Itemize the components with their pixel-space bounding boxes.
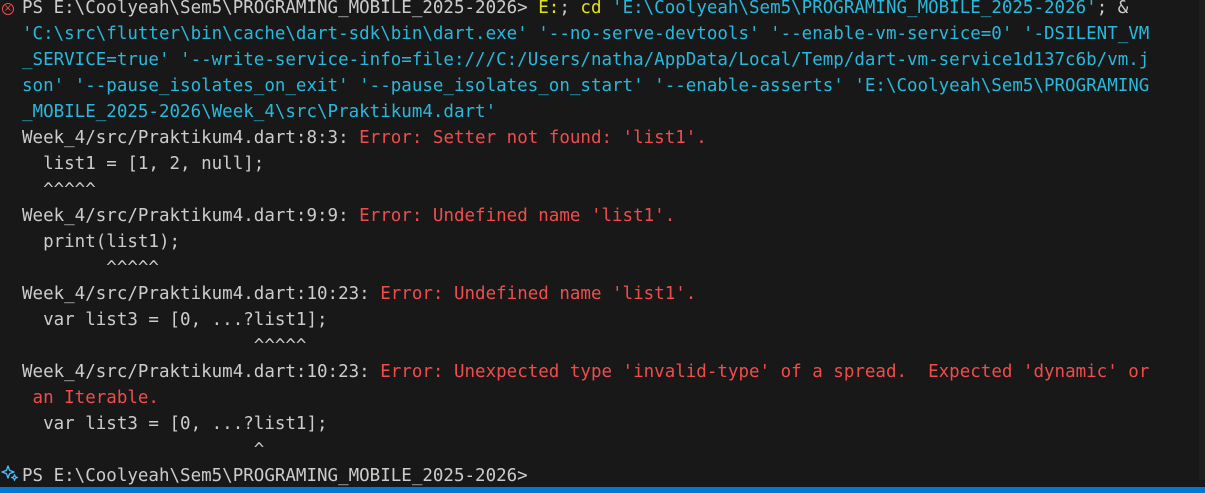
status-bar [0,487,1205,493]
command-line-2: 'C:\src\flutter\bin\cache\dart-sdk\bin\d… [22,24,1150,44]
error-location: Week_4/src/Praktikum4.dart:10:23: [22,362,381,382]
error-message: Error: Undefined name 'list1'. [380,284,697,304]
error-message: Error: Setter not found: 'list1'. [359,128,707,148]
terminal-panel[interactable]: × PS E:\Coolyeah\Sem5\PROGRAMING_MOBILE_… [0,0,1205,487]
prompt-text: PS E:\Coolyeah\Sem5\PROGRAMING_MOBILE_20… [22,0,539,18]
error-location: Week_4/src/Praktikum4.dart:8:3: [22,128,360,148]
error-2-caret: ^^^^^ [22,258,159,278]
error-3-code: var list3 = [0, ...?list1]; [22,310,328,330]
command-line-3: _SERVICE=true' '--write-service-info=fil… [22,50,1150,70]
error-4-header: Week_4/src/Praktikum4.dart:10:23: Error:… [22,359,1149,385]
command-line-1: PS E:\Coolyeah\Sem5\PROGRAMING_MOBILE_20… [22,0,1128,21]
cmd-sep-1: ; [559,0,581,18]
error-location: Week_4/src/Praktikum4.dart:10:23: [22,284,381,304]
error-3-header: Week_4/src/Praktikum4.dart:10:23: Error:… [22,281,696,307]
error-1-header: Week_4/src/Praktikum4.dart:8:3: Error: S… [22,125,707,151]
error-1-code: list1 = [1, 2, null]; [22,154,265,174]
cmd-cd: cd [580,0,602,18]
error-location: Week_4/src/Praktikum4.dart:9:9: [22,206,360,226]
sparkle-icon[interactable] [1,464,19,482]
error-1-caret: ^^^^^ [22,180,96,200]
cmd-path: 'E:\Coolyeah\Sem5\PROGRAMING_MOBILE_2025… [601,0,1097,18]
vertical-scrollbar[interactable] [1199,0,1205,480]
cmd-sep-2: ; & [1096,0,1129,18]
error-message: Error: Unexpected type 'invalid-type' of… [380,362,1150,382]
error-circle-icon[interactable]: × [2,3,14,15]
error-3-caret: ^^^^^ [22,336,307,356]
error-4-code: var list3 = [0, ...?list1]; [22,414,328,434]
error-message: Error: Undefined name 'list1'. [359,206,676,226]
error-4-message-cont: an Iterable. [22,388,159,408]
cmd-drive: E: [538,0,560,18]
command-line-4: son' '--pause_isolates_on_exit' '--pause… [22,76,1150,96]
error-2-header: Week_4/src/Praktikum4.dart:9:9: Error: U… [22,203,675,229]
command-line-5: _MOBILE_2025-2026\Week_4\src\Praktikum4.… [22,102,497,122]
final-prompt[interactable]: PS E:\Coolyeah\Sem5\PROGRAMING_MOBILE_20… [22,463,528,489]
error-2-code: print(list1); [22,232,181,252]
error-4-caret: ^ [22,440,265,460]
